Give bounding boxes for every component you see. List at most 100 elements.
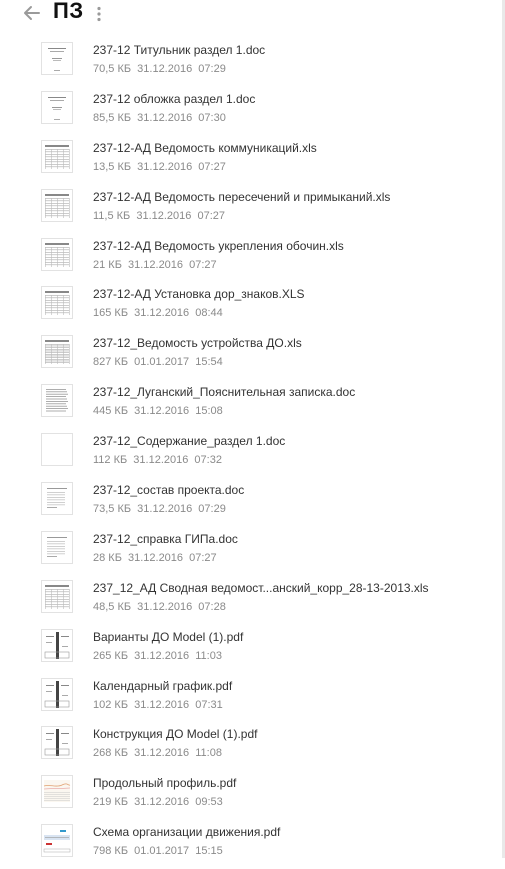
file-time: 07:28	[198, 600, 226, 613]
file-time: 07:27	[189, 258, 217, 271]
file-meta: 73,5 КБ 31.12.2016 07:29	[93, 503, 229, 515]
file-size: 265 КБ	[93, 649, 129, 662]
file-meta: 268 КБ 31.12.2016 11:08	[93, 747, 225, 759]
file-thumbnail-icon	[41, 237, 73, 271]
file-meta: 265 КБ 31.12.2016 11:03	[93, 650, 225, 662]
file-thumbnail-icon	[41, 433, 73, 467]
file-meta: 219 КБ 31.12.2016 09:53	[93, 796, 226, 808]
file-name: 237-12_состав проекта.doc	[93, 483, 245, 498]
file-time: 07:32	[194, 454, 222, 467]
file-row[interactable]: Конструкция ДО Model (1).pdf 268 КБ 31.12…	[0, 722, 505, 771]
file-row[interactable]: 237-12 Титульник раздел 1.doc 70,5 КБ 31.…	[0, 38, 505, 87]
file-time: 09:53	[195, 796, 223, 809]
file-name: 237-12_Содержание_раздел 1.doc	[93, 434, 286, 449]
file-thumbnail-icon	[41, 335, 73, 369]
file-time: 07:27	[197, 209, 225, 222]
file-thumbnail-icon	[41, 530, 73, 564]
file-meta: 827 КБ 01.01.2017 15:54	[93, 356, 226, 368]
file-size: 13,5 КБ	[93, 160, 132, 173]
file-date: 31.12.2016	[136, 209, 192, 222]
file-row[interactable]: Продольный профиль.pdf 219 КБ 31.12.2016 …	[0, 771, 505, 820]
file-meta: 11,5 КБ 31.12.2016 07:27	[93, 210, 228, 222]
file-name: 237-12-АД Ведомость пересечений и примык…	[93, 189, 391, 204]
file-size: 445 КБ	[93, 405, 129, 418]
file-thumbnail-icon	[41, 42, 73, 75]
file-row[interactable]: Варианты ДО Model (1).pdf 265 КБ 31.12.20…	[0, 625, 505, 674]
file-meta: 21 КБ 31.12.2016 07:27	[93, 259, 220, 271]
file-row[interactable]: 237-12_Луганский_Пояснительная записка.d…	[0, 380, 505, 429]
file-row[interactable]: 237-12_Содержание_раздел 1.doc 112 КБ 31.…	[0, 429, 505, 478]
file-thumbnail-icon	[41, 188, 73, 222]
file-row[interactable]: 237-12_состав проекта.doc 73,5 КБ 31.12.2…	[0, 478, 505, 527]
file-date: 31.12.2016	[134, 307, 190, 320]
more-menu-icon[interactable]	[95, 6, 103, 22]
file-meta: 28 КБ 31.12.2016 07:27	[93, 552, 220, 564]
file-date: 31.12.2016	[133, 454, 189, 467]
file-row[interactable]: Календарный график.pdf 102 КБ 31.12.2016 …	[0, 674, 505, 723]
file-name: 237-12_справка ГИПа.doc	[93, 531, 238, 546]
file-time: 08:44	[195, 307, 223, 320]
file-date: 31.12.2016	[134, 698, 190, 711]
file-thumbnail-icon	[41, 482, 73, 516]
file-name: 237-12_Луганский_Пояснительная записка.d…	[93, 385, 356, 400]
file-size: 112 КБ	[93, 454, 128, 467]
file-meta: 102 КБ 31.12.2016 07:31	[93, 699, 226, 711]
file-name: Конструкция ДО Model (1).pdf	[93, 727, 258, 742]
file-row[interactable]: 237-12-АД Ведомость пересечений и примык…	[0, 185, 505, 234]
file-date: 31.12.2016	[137, 600, 193, 613]
header-bar: ПЗ	[0, 0, 505, 30]
file-date: 31.12.2016	[137, 111, 193, 124]
file-row[interactable]: 237_12_АД Сводная ведомост...анский_корр…	[0, 576, 505, 625]
file-row[interactable]: 237-12-АД Ведомость коммуникаций.xls 13,5…	[0, 136, 505, 185]
file-thumbnail-icon	[41, 90, 73, 124]
file-name: Варианты ДО Model (1).pdf	[93, 629, 244, 644]
file-thumbnail-icon	[41, 139, 73, 173]
file-name: Продольный профиль.pdf	[93, 776, 237, 791]
page-title: ПЗ	[53, 0, 84, 23]
file-date: 31.12.2016	[137, 160, 193, 173]
file-list: 237-12 Титульник раздел 1.doc 70,5 КБ 31.…	[0, 38, 505, 869]
file-meta: 798 КБ 01.01.2017 15:15	[93, 845, 226, 857]
file-date: 31.12.2016	[137, 63, 193, 75]
file-time: 07:29	[198, 63, 226, 75]
file-name: Схема организации движения.pdf	[93, 825, 281, 840]
file-size: 85,5 КБ	[93, 111, 132, 124]
file-name: 237-12_Ведомость устройства ДО.xls	[93, 336, 302, 351]
file-row[interactable]: 237-12_Ведомость устройства ДО.xls 827 КБ…	[0, 331, 505, 380]
file-date: 31.12.2016	[127, 551, 184, 564]
file-row[interactable]: 237-12_справка ГИПа.doc 28 КБ 31.12.2016 …	[0, 527, 505, 576]
file-meta: 70,5 КБ 31.12.2016 07:29	[93, 63, 229, 75]
file-date: 01.01.2017	[134, 356, 190, 369]
file-row[interactable]: 237-12-АД Установка дор_знаков.XLS 165 КБ…	[0, 282, 505, 331]
file-size: 268 КБ	[93, 747, 129, 760]
file-row[interactable]: 237-12 обложка раздел 1.doc 85,5 КБ 31.12…	[0, 87, 505, 136]
file-meta: 445 КБ 31.12.2016 15:08	[93, 405, 226, 417]
file-size: 827 КБ	[93, 356, 129, 369]
file-thumbnail-icon	[41, 628, 73, 662]
file-name: 237_12_АД Сводная ведомост...анский_корр…	[93, 580, 429, 595]
back-arrow-icon[interactable]	[23, 4, 41, 22]
file-meta: 13,5 КБ 31.12.2016 07:27	[93, 161, 229, 173]
file-meta: 85,5 КБ 31.12.2016 07:30	[93, 112, 229, 124]
file-size: 28 КБ	[93, 551, 122, 564]
file-time: 15:08	[195, 405, 223, 418]
file-row[interactable]: 237-12-АД Ведомость укрепления обочин.xl…	[0, 234, 505, 283]
file-row[interactable]: Схема организации движения.pdf 798 КБ 01.…	[0, 820, 505, 869]
file-name: 237-12-АД Ведомость укрепления обочин.xl…	[93, 238, 344, 253]
file-thumbnail-icon	[41, 824, 73, 858]
file-name: Календарный график.pdf	[93, 678, 233, 693]
file-name: 237-12-АД Установка дор_знаков.XLS	[93, 287, 305, 302]
file-size: 11,5 КБ	[93, 209, 131, 222]
file-date: 31.12.2016	[134, 747, 190, 760]
file-time: 15:54	[195, 356, 223, 369]
file-date: 31.12.2016	[134, 796, 190, 809]
file-time: 07:30	[198, 111, 226, 124]
file-size: 102 КБ	[93, 698, 129, 711]
file-name: 237-12 обложка раздел 1.doc	[93, 91, 256, 106]
file-name: 237-12-АД Ведомость коммуникаций.xls	[93, 140, 317, 155]
file-size: 798 КБ	[93, 845, 129, 858]
file-thumbnail-icon	[41, 677, 73, 711]
file-date: 31.12.2016	[127, 258, 184, 271]
file-size: 70,5 КБ	[93, 63, 132, 75]
file-time: 15:15	[195, 845, 223, 858]
